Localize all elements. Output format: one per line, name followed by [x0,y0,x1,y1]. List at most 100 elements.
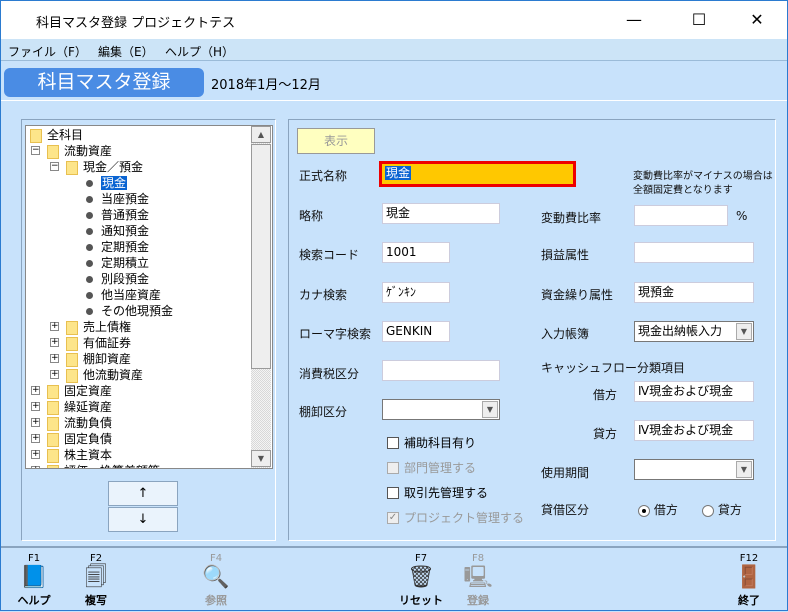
inventory-label: 棚卸区分 [299,405,348,419]
tree-item[interactable]: + 株主資本 [31,447,113,463]
folder-icon [66,320,78,335]
toolbar-button-f1[interactable]: F1 📘 ヘルプ [9,553,59,608]
radio-selected-icon[interactable] [638,504,650,517]
cf-credit-input[interactable]: Ⅳ現金および現金 [634,420,754,441]
expand-icon[interactable]: + [31,434,40,443]
tree-item[interactable]: + 固定資産 [31,383,112,399]
official-name-input[interactable]: 現金 [379,161,576,187]
magnifier-icon: 🔍 [202,565,230,590]
help-book-icon: 📘 [20,565,48,590]
tree-item[interactable]: その他現預金 [84,303,173,319]
chevron-down-icon[interactable]: ▼ [482,401,498,418]
tree-item[interactable]: 定期積立 [84,255,149,271]
toolbar-button-f2[interactable]: F2 🗐 複写 [71,553,121,608]
radio-icon[interactable] [702,504,714,517]
tree-item[interactable]: 現金 [84,175,128,191]
variable-ratio-input[interactable] [634,205,728,226]
tree-scrollbar[interactable]: ▲ ▼ [251,126,271,468]
maximize-button[interactable]: ☐ [676,7,722,33]
tree-item-label: 定期預金 [101,240,150,254]
tree-item[interactable]: 普通預金 [84,207,149,223]
account-tree[interactable]: 全科目 − 流動資産 − 現金／預金 現金 当座預金 普通預金 通知預金 定期預金 定期積立 別段預金… [25,125,273,469]
tree-item[interactable]: 当座預金 [84,191,149,207]
tree-item[interactable]: + 他流動資産 [50,367,143,383]
tree-item[interactable]: + 評価・換算差額等 [31,463,160,468]
move-down-button[interactable]: ↓ [108,507,178,532]
expand-icon[interactable]: + [50,354,59,363]
short-name-label: 略称 [299,209,324,223]
tree-item[interactable]: + 流動負債 [31,415,112,431]
checkbox[interactable]: 補助科目有り [387,434,476,451]
tree-item[interactable]: − 流動資産 [31,143,112,159]
dc-credit-radio[interactable]: 貸方 [702,501,742,518]
dc-debit-radio[interactable]: 借方 [638,501,678,518]
bullet-icon [86,276,93,283]
tree-item[interactable]: + 棚卸資産 [50,351,131,367]
function-key: F8 [471,553,485,564]
folder-icon [47,448,59,463]
tree-item[interactable]: − 現金／預金 [50,159,143,175]
expand-icon[interactable]: + [50,322,59,331]
checkbox-icon[interactable] [387,436,399,449]
search-code-input[interactable]: 1001 [382,242,450,263]
tax-input[interactable] [382,360,500,381]
toolbar-button-f7[interactable]: F7 🗑 リセット [396,553,446,608]
chevron-down-icon[interactable]: ▼ [736,323,752,340]
pl-attr-input[interactable] [634,242,754,263]
menu-help[interactable]: ヘルプ（H） [165,43,234,60]
expand-icon[interactable]: + [31,418,40,427]
checkbox-label: 部門管理する [404,461,477,475]
scroll-thumb[interactable] [251,144,271,369]
checkbox-icon [387,461,399,474]
tree-item-label: 繰延資産 [64,400,113,414]
kana-input[interactable]: ｹﾞﾝｷﾝ [382,282,450,303]
cf-debit-input[interactable]: Ⅳ現金および現金 [634,381,754,402]
window-title: 科目マスタ登録 プロジェクトテス [36,16,236,31]
dc-label: 貸借区分 [541,503,590,517]
short-name-input[interactable]: 現金 [382,203,500,224]
toolbar-button-f12[interactable]: F12 🚪 終了 [724,553,774,608]
function-key: F12 [739,553,759,564]
inventory-select[interactable]: ▼ [382,399,500,420]
scroll-up-icon[interactable]: ▲ [251,126,271,143]
move-up-button[interactable]: ↑ [108,481,178,506]
expand-icon[interactable]: + [31,466,40,468]
toolbar-label: 登録 [467,594,489,607]
collapse-icon[interactable]: − [50,162,59,171]
tree-item-label: 株主資本 [64,448,113,462]
collapse-icon[interactable]: − [31,146,40,155]
expand-icon[interactable]: + [50,338,59,347]
expand-icon[interactable]: + [50,370,59,379]
tree-item[interactable]: 他当座資産 [84,287,161,303]
romaji-input[interactable]: GENKIN [382,321,450,342]
tree-item[interactable]: 別段預金 [84,271,149,287]
checkbox: 部門管理する [387,459,476,476]
bullet-icon [86,308,93,315]
expand-icon[interactable]: + [31,386,40,395]
variable-ratio-note: 変動費比率がマイナスの場合は 全額固定費となります [633,171,773,196]
dc-credit-label: 貸方 [717,503,742,517]
close-button[interactable]: ✕ [734,7,780,33]
show-button[interactable]: 表示 [297,128,375,154]
scroll-down-icon[interactable]: ▼ [251,450,271,467]
tree-item[interactable]: + 繰延資産 [31,399,113,415]
book-select[interactable]: 現金出納帳入力 ▼ [634,321,754,342]
chevron-down-icon[interactable]: ▼ [736,461,752,478]
tree-item[interactable]: 全科目 [30,127,83,143]
menu-file[interactable]: ファイル（F） [8,43,87,60]
expand-icon[interactable]: + [31,450,40,459]
fund-attr-input[interactable]: 現預金 [634,282,754,303]
tree-item[interactable]: + 有価証券 [50,335,131,351]
folder-icon [47,400,59,415]
tree-item[interactable]: 定期預金 [84,239,149,255]
checkbox-label: 取引先管理する [404,486,489,500]
checkbox-icon[interactable] [387,486,399,499]
tree-item[interactable]: + 固定負債 [31,431,112,447]
tree-item[interactable]: 通知預金 [84,223,149,239]
checkbox[interactable]: 取引先管理する [387,484,488,501]
tree-item[interactable]: + 売上債権 [50,319,131,335]
period-select[interactable]: ▼ [634,459,754,480]
menu-edit[interactable]: 編集（E） [98,43,154,60]
minimize-button[interactable]: — [611,7,657,33]
expand-icon[interactable]: + [31,402,40,411]
